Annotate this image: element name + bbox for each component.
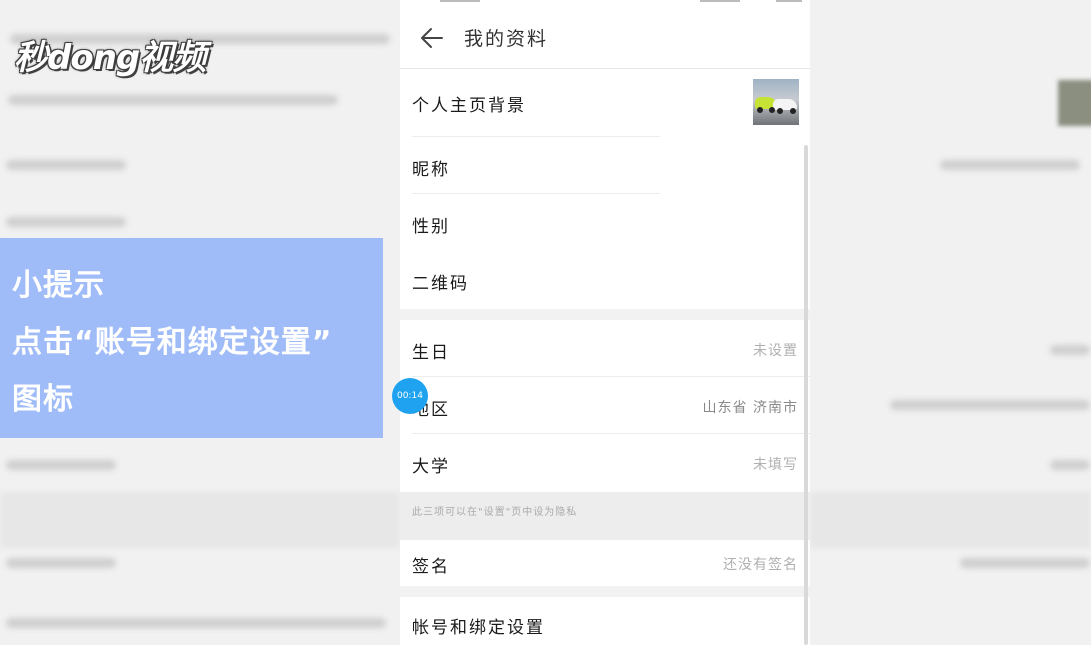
privacy-hint-text: 此三项可以在"设置"页中设为隐私 xyxy=(412,507,578,518)
tip-instruction-end: 图标 xyxy=(12,382,74,417)
gender-row[interactable]: 性别 xyxy=(400,194,810,251)
region-value: 山东省 济南市 xyxy=(702,400,798,416)
region-row[interactable]: 地区 山东省 济南市 xyxy=(400,377,810,434)
tip-overlay: 小提示 点击“账号和绑定设置” 图标 xyxy=(0,238,383,438)
video-timer-badge[interactable]: 00:14 xyxy=(392,378,428,414)
birthday-label: 生日 xyxy=(412,343,450,363)
qrcode-row[interactable]: 二维码 xyxy=(400,251,810,309)
birthday-value: 未设置 xyxy=(753,343,798,359)
gender-label: 性别 xyxy=(412,217,450,237)
nickname-row[interactable]: 昵称 xyxy=(400,137,810,194)
blurred-right-background xyxy=(810,0,1091,645)
page-header: 我的资料 xyxy=(400,6,810,69)
profile-background-label: 个人主页背景 xyxy=(412,96,526,116)
arrow-left-icon[interactable] xyxy=(418,24,446,52)
qrcode-label: 二维码 xyxy=(412,274,469,294)
university-label: 大学 xyxy=(412,457,450,477)
account-binding-settings-label: 帐号和绑定设置 xyxy=(412,618,545,638)
scrollbar[interactable] xyxy=(804,145,808,645)
nickname-label: 昵称 xyxy=(412,160,450,180)
profile-background-row[interactable]: 个人主页背景 xyxy=(400,69,810,137)
page-title: 我的资料 xyxy=(464,28,549,50)
watermark-logo: 秒dong视频 xyxy=(14,38,206,78)
tip-title: 小提示 xyxy=(12,268,105,303)
university-row[interactable]: 大学 未填写 xyxy=(400,434,810,492)
signature-value: 还没有签名 xyxy=(723,557,798,573)
signature-label: 签名 xyxy=(412,557,450,577)
account-binding-settings-row[interactable]: 帐号和绑定设置 xyxy=(400,597,810,645)
profile-background-thumbnail xyxy=(753,79,799,125)
university-value: 未填写 xyxy=(753,457,798,473)
privacy-hint: 此三项可以在"设置"页中设为隐私 xyxy=(400,492,810,540)
birthday-row[interactable]: 生日 未设置 xyxy=(400,320,810,377)
signature-row[interactable]: 签名 还没有签名 xyxy=(400,540,810,586)
tip-instruction: 点击“账号和绑定设置” xyxy=(12,325,333,360)
phone-screen: 我的资料 个人主页背景 昵称 性别 二维码 生日 未设置 地区 山东省 济南市 xyxy=(400,0,810,645)
